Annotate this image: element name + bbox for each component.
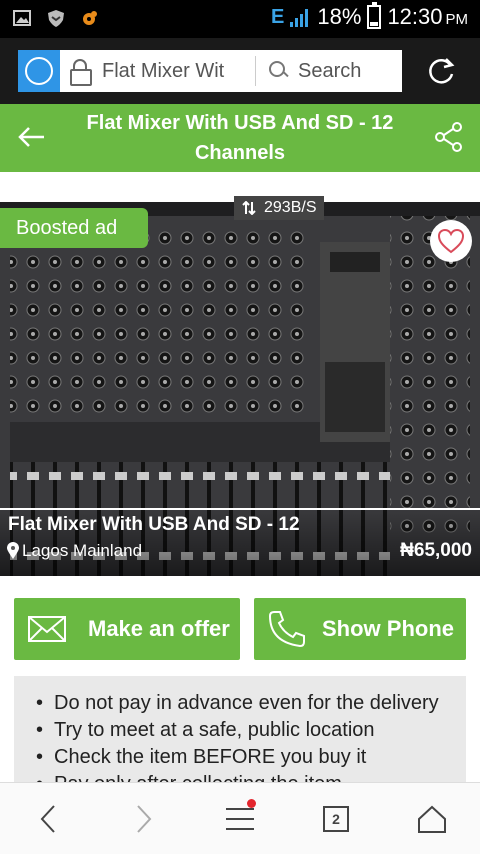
menu-button[interactable] <box>218 797 262 841</box>
page-header: Flat Mixer With USB And SD - 12 Channels <box>0 104 480 172</box>
globe-icon[interactable] <box>18 50 60 92</box>
make-offer-label: Make an offer <box>88 616 230 641</box>
share-icon[interactable] <box>432 120 466 154</box>
browser-bottom-nav: 2 <box>0 782 480 854</box>
gallery-icon <box>13 10 31 26</box>
page-title: Flat Mixer With USB And SD - 12 Channels <box>86 112 394 164</box>
network-type: E <box>271 5 284 28</box>
safety-tip: Do not pay in advance even for the deliv… <box>32 690 466 717</box>
uc-browser-icon <box>83 11 97 25</box>
phone-icon <box>268 611 305 648</box>
tabs-button[interactable]: 2 <box>314 797 358 841</box>
safety-tip: Check the item BEFORE you buy it <box>32 744 466 771</box>
shield-icon <box>48 10 64 27</box>
location-pin-icon <box>7 542 19 559</box>
envelope-icon <box>28 616 66 642</box>
listing-location: Lagos Mainland <box>6 541 142 561</box>
url-field[interactable]: Flat Mixer Wit <box>60 56 256 86</box>
transfer-arrows-icon <box>242 201 256 215</box>
search-field[interactable]: Search <box>256 60 361 83</box>
url-text: Flat Mixer Wit <box>102 59 225 82</box>
make-offer-button[interactable]: Make an offer <box>14 598 240 660</box>
chevron-left-icon <box>40 805 55 833</box>
menu-icon <box>226 808 254 830</box>
caption-divider <box>0 508 480 510</box>
show-phone-button[interactable]: Show Phone <box>254 598 466 660</box>
boosted-badge: Boosted ad <box>0 208 148 248</box>
address-bar[interactable]: Flat Mixer Wit Search <box>18 50 402 92</box>
signal-icon <box>290 9 309 27</box>
search-placeholder: Search <box>298 59 362 82</box>
chevron-right-icon <box>137 805 152 833</box>
browser-toolbar: Flat Mixer Wit Search <box>0 38 480 104</box>
back-arrow-icon[interactable] <box>14 120 48 154</box>
status-bar: E 18% 12:30 PM <box>0 0 480 38</box>
refresh-icon[interactable] <box>424 54 458 88</box>
tab-count: 2 <box>323 806 349 832</box>
home-button[interactable] <box>410 797 454 841</box>
safety-tips: Do not pay in advance even for the deliv… <box>14 676 466 786</box>
listing-price: ₦65,000 <box>400 540 472 561</box>
heart-icon <box>437 228 465 254</box>
search-icon <box>268 60 290 82</box>
show-phone-label: Show Phone <box>322 616 454 641</box>
favorite-button[interactable] <box>430 220 472 262</box>
back-button[interactable] <box>26 797 70 841</box>
safety-tip: Try to meet at a safe, public location <box>32 717 466 744</box>
battery-icon <box>367 2 382 29</box>
forward-button[interactable] <box>122 797 166 841</box>
home-icon <box>418 805 446 833</box>
clock: 12:30 PM <box>387 4 468 29</box>
listing-title: Flat Mixer With USB And SD - 12 <box>8 514 300 535</box>
lock-icon <box>68 58 92 86</box>
speed-indicator: 293B/S <box>234 196 325 220</box>
notification-dot <box>247 799 256 808</box>
battery-percent: 18% <box>317 4 362 29</box>
